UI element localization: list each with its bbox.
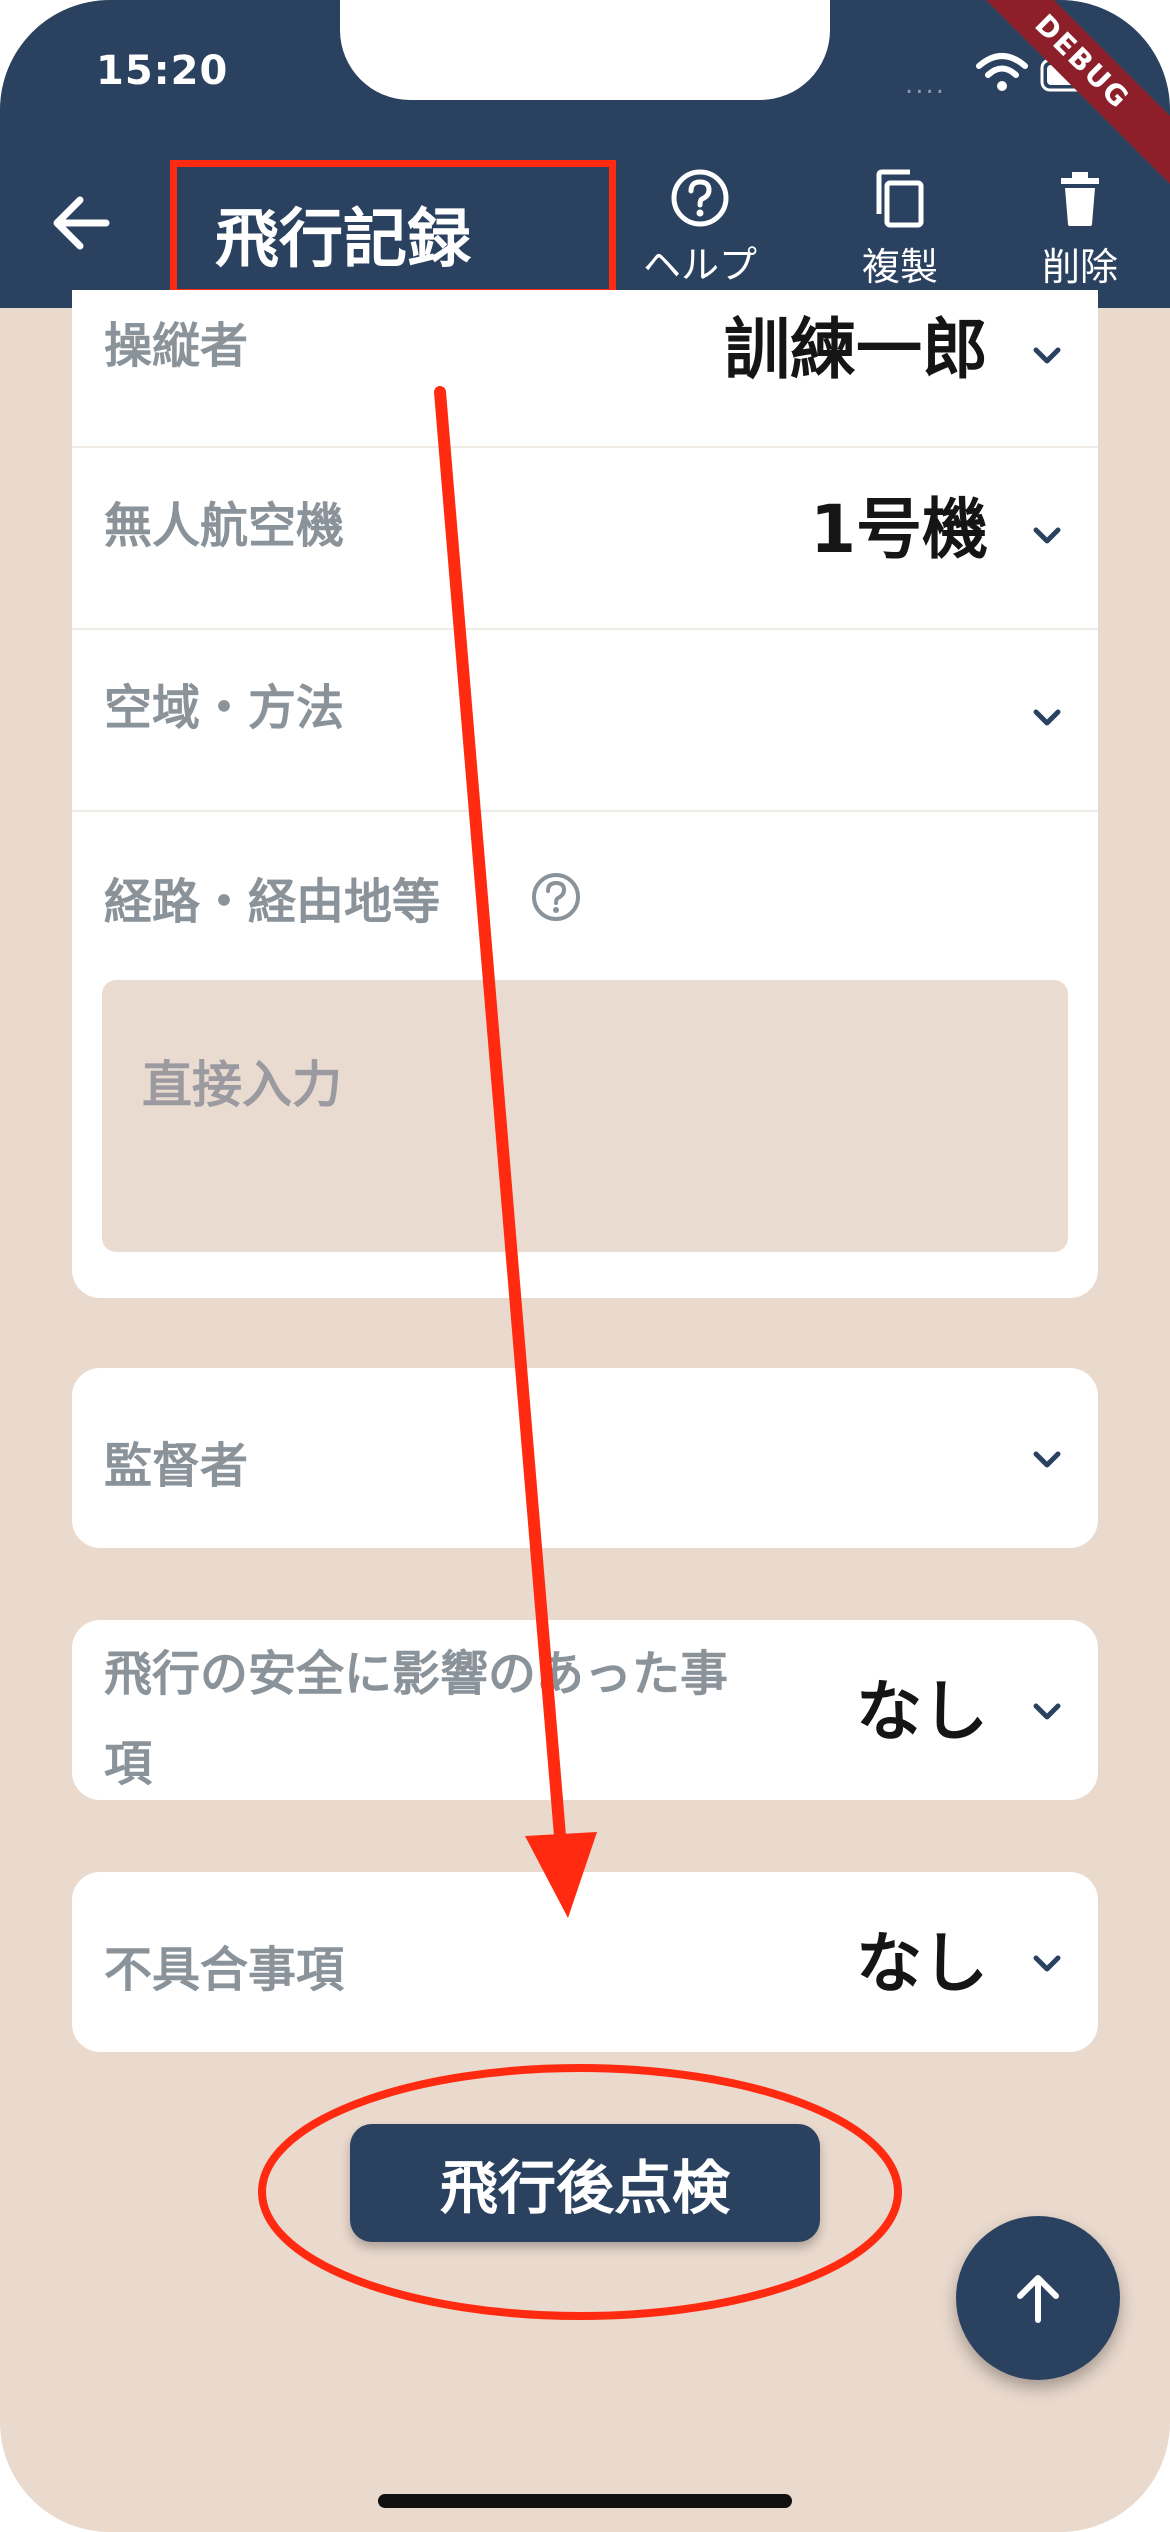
page-title: 飛行記録	[215, 203, 471, 277]
supervisor-row[interactable]: 監督者	[72, 1368, 1098, 1548]
route-input[interactable]: 直接入力	[102, 980, 1068, 1252]
airspace-row[interactable]: 空域・方法	[72, 630, 1098, 810]
delete-button[interactable]: 削除	[1010, 168, 1150, 291]
duplicate-button[interactable]: 複製	[830, 168, 970, 291]
defects-value: なし	[856, 1925, 988, 2002]
operator-row[interactable]: 操縦者 訓練一郎	[72, 290, 1098, 470]
help-icon	[671, 169, 729, 227]
aircraft-row[interactable]: 無人航空機 1号機	[72, 448, 1098, 628]
supervisor-label: 監督者	[104, 1438, 249, 1494]
trash-icon	[1061, 172, 1099, 226]
chevron-down-icon	[1033, 1703, 1061, 1720]
safety-label-line2: 項	[104, 1736, 153, 1792]
chevron-down-icon	[1033, 527, 1061, 544]
wifi-icon	[976, 53, 1028, 91]
home-indicator	[378, 2494, 792, 2508]
status-time: 15:20	[96, 48, 229, 94]
device-notch	[340, 0, 830, 100]
post-flight-inspection-button[interactable]: 飛行後点検	[350, 2124, 820, 2242]
safety-label-line1: 飛行の安全に影響のあった事	[104, 1646, 729, 1702]
route-label: 経路・経由地等	[104, 874, 441, 930]
phone-screen: 15:20 .... DEBUG 飛行記録 ヘルプ 複製 削除 操縦者 訓練一郎…	[0, 0, 1170, 2532]
operator-value: 訓練一郎	[724, 311, 988, 388]
help-icon[interactable]	[530, 871, 582, 923]
divider	[72, 810, 1098, 812]
chevron-down-icon	[1033, 1955, 1061, 1972]
defects-row[interactable]: 不具合事項 なし	[72, 1872, 1098, 2052]
aircraft-label: 無人航空機	[104, 498, 345, 554]
duplicate-label: 複製	[861, 245, 938, 289]
signal-icon: ....	[905, 70, 947, 100]
delete-label: 削除	[1041, 245, 1118, 289]
help-button[interactable]: ヘルプ	[630, 168, 770, 289]
chevron-down-icon	[1033, 347, 1061, 364]
help-label: ヘルプ	[642, 243, 757, 287]
app-header: 15:20 .... DEBUG 飛行記録 ヘルプ 複製 削除	[0, 0, 1170, 308]
operator-label: 操縦者	[104, 318, 249, 374]
chevron-down-icon	[1033, 1451, 1061, 1468]
scroll-to-top-button[interactable]	[956, 2216, 1120, 2380]
safety-issues-row[interactable]: 飛行の安全に影響のあった事 項 なし	[72, 1620, 1098, 1800]
aircraft-value: 1号機	[810, 491, 988, 568]
defects-label: 不具合事項	[104, 1942, 345, 1998]
chevron-down-icon	[1033, 709, 1061, 726]
copy-icon	[876, 169, 924, 228]
route-placeholder: 直接入力	[142, 1056, 342, 1114]
back-arrow-icon[interactable]	[46, 188, 116, 258]
airspace-label: 空域・方法	[104, 680, 345, 736]
arrow-up-icon	[1017, 2275, 1059, 2323]
flight-details-card: 操縦者 訓練一郎 無人航空機 1号機 空域・方法 経路・経由地等 直接入力	[72, 290, 1098, 1298]
safety-value: なし	[856, 1673, 988, 1750]
